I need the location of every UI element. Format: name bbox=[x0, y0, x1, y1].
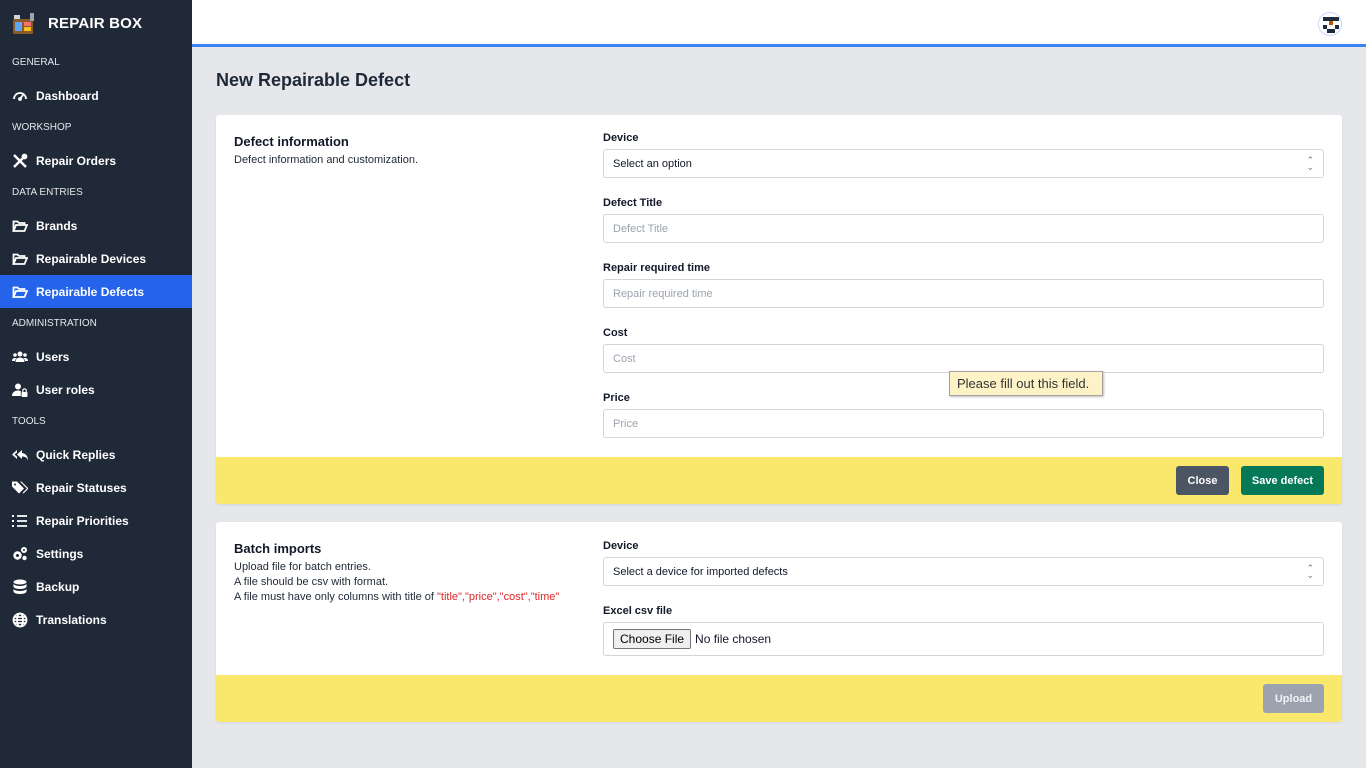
batch-card-description: Batch imports Upload file for batch entr… bbox=[234, 541, 594, 605]
sidebar-item-settings[interactable]: Settings bbox=[0, 537, 192, 570]
device-label: Device bbox=[603, 132, 639, 144]
page-title: New Repairable Defect bbox=[216, 70, 411, 90]
avatar[interactable] bbox=[1318, 12, 1342, 36]
sidebar-item-label: Quick Replies bbox=[36, 447, 116, 462]
price-field: Price bbox=[603, 392, 1324, 438]
choose-file-button[interactable]: Choose File bbox=[613, 629, 692, 649]
user-lock-icon bbox=[12, 383, 28, 397]
sidebar: REPAIR BOX GENERAL Dashboard WORKSHOP Re… bbox=[0, 0, 192, 768]
batch-device-select[interactable]: Select a device for imported defects ⌃ ⌄ bbox=[603, 557, 1324, 586]
sidebar-item-label: Dashboard bbox=[36, 88, 99, 103]
sidebar-item-translations[interactable]: Translations bbox=[0, 603, 192, 636]
sidebar-item-user-roles[interactable]: User roles bbox=[0, 373, 192, 406]
close-button[interactable]: Close bbox=[1176, 466, 1229, 495]
batch-card-footer: Upload bbox=[216, 675, 1342, 722]
sidebar-item-label: Users bbox=[36, 349, 70, 364]
section-tools: TOOLS bbox=[12, 416, 46, 427]
top-bar bbox=[192, 0, 1366, 47]
repair-time-label: Repair required time bbox=[603, 262, 710, 274]
cost-input[interactable] bbox=[603, 344, 1324, 373]
sidebar-item-label: Backup bbox=[36, 579, 80, 594]
device-select-value: Select an option bbox=[613, 157, 692, 170]
sidebar-item-repair-orders[interactable]: Repair Orders bbox=[0, 144, 192, 177]
folder-open-icon bbox=[12, 253, 28, 265]
reply-all-icon bbox=[12, 449, 28, 460]
sidebar-item-label: Translations bbox=[36, 612, 107, 627]
batch-device-field: Device Select a device for imported defe… bbox=[603, 540, 1324, 586]
cost-label: Cost bbox=[603, 327, 628, 339]
batch-line-3-prefix: A file must have only columns with title… bbox=[234, 591, 437, 603]
tags-icon bbox=[12, 481, 28, 493]
gears-icon bbox=[13, 546, 27, 560]
brand[interactable]: REPAIR BOX bbox=[0, 0, 192, 47]
batch-line-1: Upload file for batch entries. bbox=[234, 561, 371, 573]
sidebar-item-repairable-devices[interactable]: Repairable Devices bbox=[0, 242, 192, 275]
repair-time-field: Repair required time bbox=[603, 262, 1324, 308]
sidebar-item-label: Repairable Devices bbox=[36, 251, 147, 266]
tools-icon bbox=[13, 153, 28, 168]
defect-card-text: Defect information and customization. bbox=[234, 154, 419, 166]
section-data-entries: DATA ENTRIES bbox=[12, 187, 83, 198]
sidebar-item-dashboard[interactable]: Dashboard bbox=[0, 79, 192, 112]
cost-field: Cost bbox=[603, 327, 1324, 373]
defect-card-title: Defect information bbox=[234, 134, 349, 149]
csv-file-label: Excel csv file bbox=[603, 605, 673, 617]
batch-imports-card: Batch imports Upload file for batch entr… bbox=[216, 522, 1342, 722]
csv-file-input: Choose File No file chosen bbox=[603, 622, 1324, 656]
sidebar-item-backup[interactable]: Backup bbox=[0, 570, 192, 603]
list-icon bbox=[12, 514, 27, 527]
chevron-up-down-icon: ⌃ ⌄ bbox=[1306, 154, 1314, 172]
sidebar-item-label: Repair Priorities bbox=[36, 513, 129, 528]
sidebar-item-repair-priorities[interactable]: Repair Priorities bbox=[0, 504, 192, 537]
repair-box-logo-icon bbox=[12, 12, 36, 35]
defect-title-label: Defect Title bbox=[603, 197, 663, 209]
validation-tooltip: Please fill out this field. bbox=[949, 371, 1103, 396]
sidebar-item-quick-replies[interactable]: Quick Replies bbox=[0, 438, 192, 471]
sidebar-item-users[interactable]: Users bbox=[0, 340, 192, 373]
sidebar-item-label: Repairable Defects bbox=[36, 284, 145, 299]
section-general: GENERAL bbox=[12, 57, 60, 68]
save-defect-button[interactable]: Save defect bbox=[1241, 466, 1324, 495]
section-workshop: WORKSHOP bbox=[12, 122, 72, 133]
sidebar-item-label: Brands bbox=[36, 218, 78, 233]
sidebar-item-label: Repair Orders bbox=[36, 153, 117, 168]
folder-open-icon bbox=[12, 220, 28, 232]
chevron-up-down-icon: ⌃ ⌄ bbox=[1306, 562, 1314, 580]
sidebar-item-brands[interactable]: Brands bbox=[0, 209, 192, 242]
defect-card-footer: Close Save defect bbox=[216, 457, 1342, 504]
defect-card-description: Defect information Defect information an… bbox=[234, 134, 594, 168]
batch-device-label: Device bbox=[603, 540, 639, 552]
sidebar-item-label: User roles bbox=[36, 382, 95, 397]
sidebar-item-label: Repair Statuses bbox=[36, 480, 127, 495]
folder-open-icon bbox=[12, 286, 28, 298]
device-select[interactable]: Select an option ⌃ ⌄ bbox=[603, 149, 1324, 178]
sidebar-item-repair-statuses[interactable]: Repair Statuses bbox=[0, 471, 192, 504]
sidebar-item-label: Settings bbox=[36, 546, 84, 561]
batch-line-3: A file must have only columns with title… bbox=[234, 590, 594, 605]
price-input[interactable] bbox=[603, 409, 1324, 438]
defect-title-field: Defect Title bbox=[603, 197, 1324, 243]
batch-line-2: A file should be csv with format. bbox=[234, 576, 389, 588]
batch-device-select-value: Select a device for imported defects bbox=[613, 565, 788, 578]
database-icon bbox=[13, 579, 27, 594]
globe-icon bbox=[12, 612, 28, 627]
upload-button[interactable]: Upload bbox=[1263, 684, 1324, 713]
sidebar-item-repairable-defects[interactable]: Repairable Defects bbox=[0, 275, 192, 308]
batch-columns-list: "title","price","cost","time" bbox=[436, 591, 560, 603]
csv-file-field: Excel csv file Choose File No file chose… bbox=[603, 605, 1324, 656]
app-name: REPAIR BOX bbox=[48, 15, 143, 32]
batch-card-title: Batch imports bbox=[234, 541, 322, 556]
section-administration: ADMINISTRATION bbox=[12, 318, 97, 329]
file-status: No file chosen bbox=[695, 632, 772, 646]
users-icon bbox=[12, 351, 28, 362]
defect-information-card: Defect information Defect information an… bbox=[216, 115, 1342, 504]
gauge-icon bbox=[13, 91, 27, 101]
defect-title-input[interactable] bbox=[603, 214, 1324, 243]
repair-time-input[interactable] bbox=[603, 279, 1324, 308]
device-field: Device Select an option ⌃ ⌄ bbox=[603, 132, 1324, 178]
